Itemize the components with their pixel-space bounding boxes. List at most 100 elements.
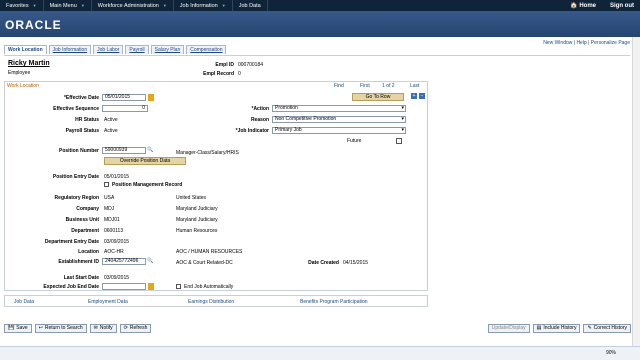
company: MDJ (104, 206, 115, 212)
signout-link[interactable]: Sign out (610, 3, 634, 9)
pos-mgmt-checkbox[interactable] (104, 182, 109, 187)
first-link[interactable]: First (360, 83, 370, 89)
reason-select[interactable]: Non Competitive Promotion (272, 116, 406, 123)
delete-row-icon[interactable]: − (419, 93, 425, 99)
tab-compensation[interactable]: Compensation (186, 45, 227, 54)
earnings-link[interactable]: Earnings Distribution (188, 299, 234, 305)
button-label: Refresh (129, 325, 148, 331)
future-label: Future (347, 138, 362, 144)
menu-job-info[interactable]: Job Information ▼ (174, 0, 233, 11)
vertical-scrollbar[interactable] (632, 37, 640, 346)
last-start: 03/09/2015 (104, 275, 130, 281)
chevron-down-icon: ▼ (221, 3, 226, 8)
zoom-level[interactable]: 90% (606, 350, 616, 356)
tab-work-location[interactable]: Work Location (4, 45, 47, 54)
menu-workforce[interactable]: Workforce Administration ▼ (92, 0, 174, 11)
brand-bar: ORACLE (0, 11, 640, 37)
bu-desc: Maryland Judiciary (176, 217, 218, 223)
end-job-checkbox[interactable] (176, 284, 181, 289)
dept: 0600113 (104, 228, 124, 234)
refresh-button[interactable]: ⟳ Refresh (119, 323, 152, 333)
tab-payroll[interactable]: Payroll (125, 45, 149, 54)
main-content: Ricky Martin Employee Empl ID 000700184 … (4, 55, 630, 307)
correct-history-button[interactable]: ✎ Correct History (583, 323, 631, 333)
button-label: Include History (543, 325, 577, 331)
bu-label: Business Unit (65, 217, 99, 223)
dept-desc: Human Resources (176, 228, 218, 234)
hr-status: Active (104, 117, 118, 123)
company-label: Company (76, 206, 99, 212)
override-position-button[interactable]: Override Position Data (104, 157, 186, 165)
menu-label: Job Information (179, 2, 218, 9)
goto-row-button[interactable]: Go To Row (352, 93, 404, 101)
page-links[interactable]: New Window | Help | Personalize Page (543, 40, 630, 46)
menu-job-data[interactable]: Job Data (233, 0, 268, 11)
action-select[interactable]: Promotion (272, 105, 406, 112)
empl-id-label: Empl ID (215, 62, 234, 68)
notify-button[interactable]: ✉ Notify (89, 323, 117, 333)
benefits-link[interactable]: Benefits Program Participation (300, 299, 368, 305)
button-label: Return to Search (44, 325, 83, 331)
toolbar: 💾 Save ↩ Return to Search ✉ Notify ⟳ Refresh… (4, 322, 634, 334)
menu-label: Main Menu (49, 2, 77, 9)
oracle-logo: ORACLE (5, 18, 62, 32)
reason-label: Reason (250, 117, 269, 123)
job-indicator-label: *Job Indicator (235, 128, 269, 134)
payroll-status: Active (104, 128, 118, 134)
position-number-label: Position Number (58, 148, 99, 154)
action-label: *Action (251, 106, 270, 112)
tab-job-labor[interactable]: Job Labor (93, 45, 124, 54)
pos-mgmt-label: Position Management Record (112, 182, 183, 188)
estab-label: Establishment ID (58, 259, 99, 265)
history-button[interactable]: ▤ Include History (532, 323, 581, 333)
refresh-icon: ⟳ (123, 325, 128, 331)
status-bar: 90% (0, 346, 640, 360)
dept-entry: 03/09/2015 (104, 239, 130, 245)
return-button[interactable]: ↩ Return to Search (34, 323, 87, 333)
employment-data-link[interactable]: Employment Data (88, 299, 128, 305)
hr-status-label: HR Status (75, 117, 99, 123)
find-link[interactable]: Find (334, 83, 344, 89)
section-title: Work Location (7, 83, 39, 89)
save-button[interactable]: 💾 Save (4, 323, 32, 333)
effective-seq-label: Effective Sequence (53, 106, 99, 112)
chevron-down-icon: ▼ (80, 3, 85, 8)
calendar-icon[interactable] (148, 94, 154, 101)
menu-main[interactable]: Main Menu ▼ (44, 0, 92, 11)
last-link[interactable]: Last (410, 83, 419, 89)
empl-record-label: Empl Record (203, 71, 234, 77)
tab-bar: Work Location Job Information Job Labor … (4, 45, 227, 54)
future-checkbox[interactable] (396, 138, 402, 144)
calendar-icon[interactable] (148, 283, 154, 290)
estab-input[interactable]: 240425772496 (102, 258, 146, 265)
home-link[interactable]: 🏠 Home (570, 2, 596, 9)
last-start-label: Last Start Date (63, 275, 99, 281)
tab-job-information[interactable]: Job Information (48, 45, 92, 54)
reg-region: USA (104, 195, 115, 201)
search-icon[interactable]: 🔍 (147, 147, 153, 153)
update-button[interactable]: Update/Display (487, 323, 530, 333)
job-data-link[interactable]: Job Data (14, 299, 34, 305)
button-label: Update/Display (491, 325, 526, 331)
company-desc: Maryland Judiciary (176, 206, 218, 212)
menu-label: Job Data (238, 2, 261, 9)
button-label: Notify (99, 325, 113, 331)
job-indicator-select[interactable]: Primary Job (272, 127, 406, 134)
location-desc: AOC / HUMAN RESOURCES (176, 249, 243, 255)
menubar: Favorites ▼ Main Menu ▼ Workforce Administ… (0, 0, 640, 11)
search-icon[interactable]: 🔍 (147, 258, 153, 264)
chevron-down-icon: ▼ (162, 3, 167, 8)
menu-favorites[interactable]: Favorites ▼ (0, 0, 44, 11)
employee-name: Ricky Martin (8, 60, 50, 67)
effective-seq-input[interactable]: 0 (102, 105, 148, 112)
effective-date-input[interactable]: 05/01/2015 (102, 94, 146, 101)
position-number-input[interactable]: 59000939 (102, 147, 146, 154)
menu-label: Favorites (6, 2, 29, 9)
menu-label: Workforce Administration (97, 2, 159, 9)
bu: MDJ01 (104, 217, 120, 223)
add-row-icon[interactable]: + (411, 93, 417, 99)
tab-salary-plan[interactable]: Salary Plan (150, 45, 185, 54)
history-icon: ▤ (536, 325, 542, 331)
exp-end-input[interactable] (102, 283, 146, 290)
correct-icon: ✎ (587, 325, 592, 331)
